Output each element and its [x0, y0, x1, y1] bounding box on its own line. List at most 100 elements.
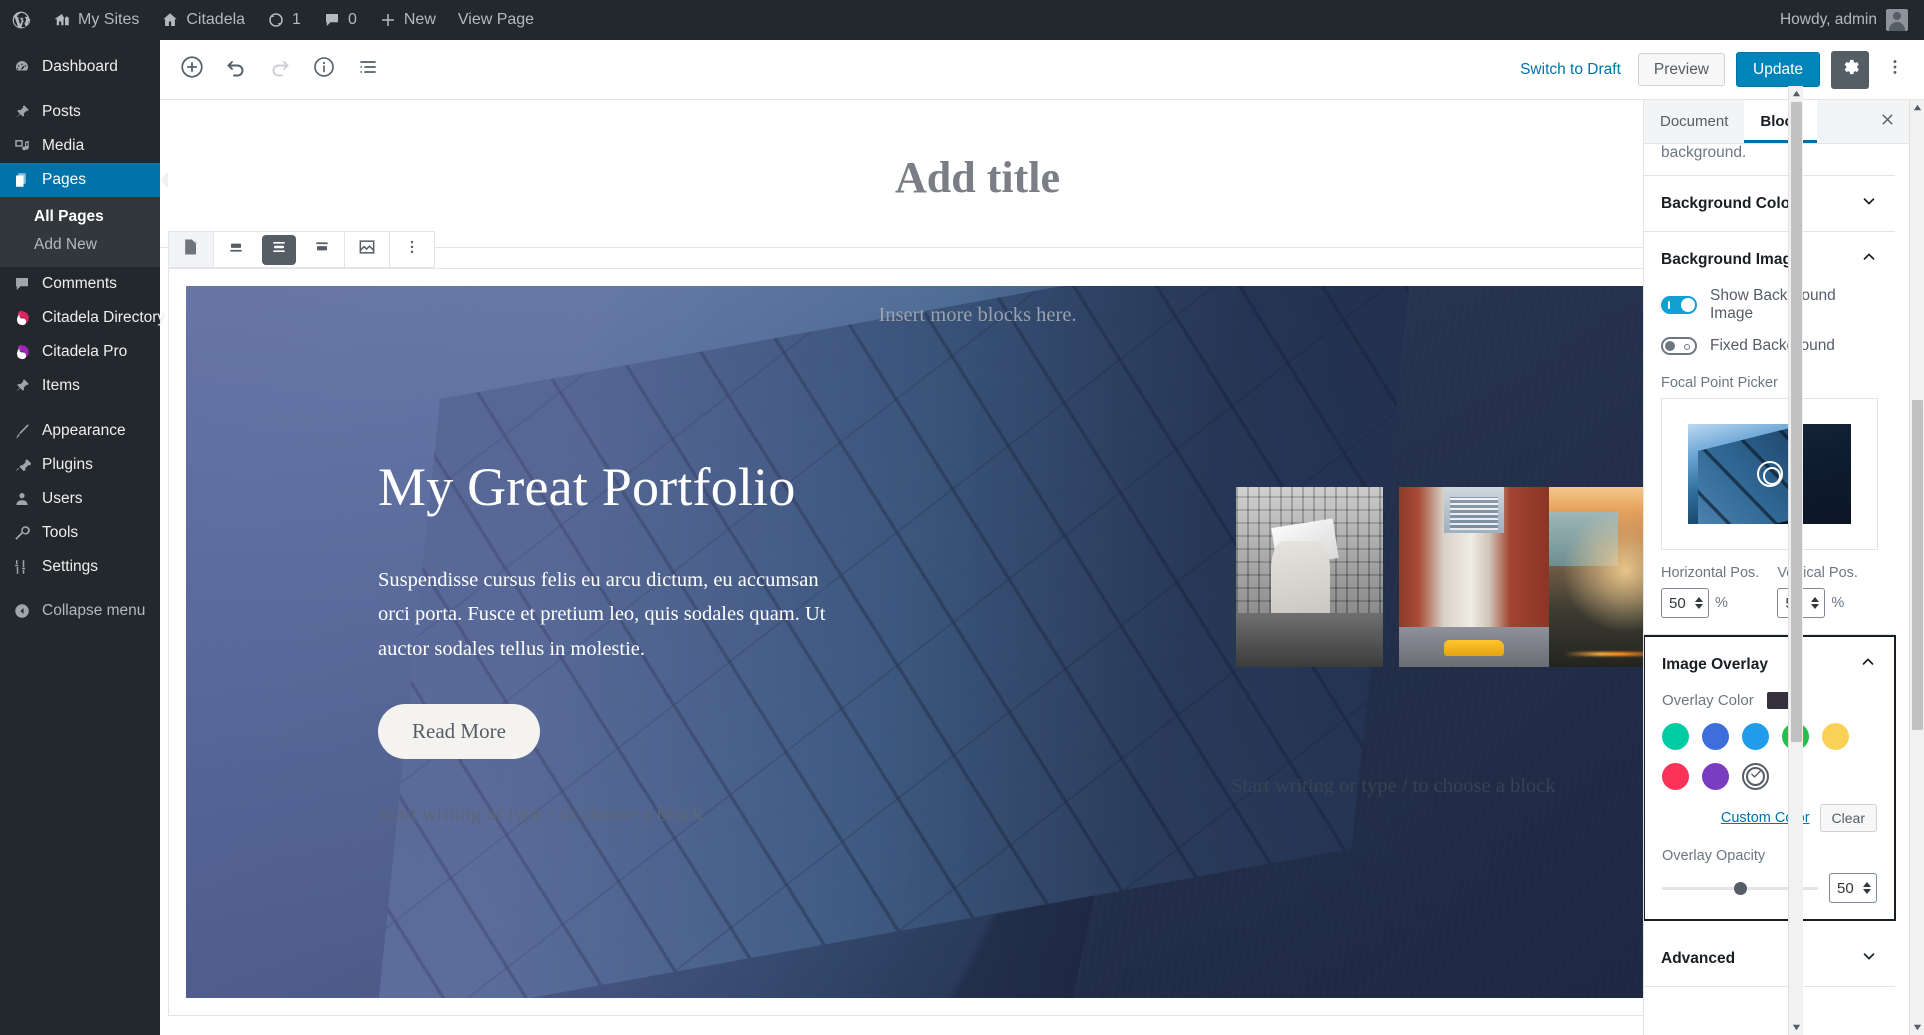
- clear-color-button[interactable]: Clear: [1819, 804, 1877, 832]
- submenu-item-all-pages[interactable]: All Pages: [0, 203, 160, 231]
- color-swatch-light-blue[interactable]: [1742, 723, 1769, 750]
- sidebar-item-dashboard-label: Dashboard: [42, 58, 118, 75]
- panel-background-color[interactable]: Background Color: [1644, 176, 1895, 232]
- switch-to-draft-button[interactable]: Switch to Draft: [1514, 57, 1627, 83]
- ab-view-page[interactable]: View Page: [447, 0, 545, 40]
- chevron-down-icon: [1860, 192, 1878, 215]
- overlay-color-swatches: [1662, 723, 1862, 790]
- fixed-background-toggle[interactable]: [1661, 337, 1697, 355]
- sidebar-item-users[interactable]: Users: [0, 482, 160, 516]
- vertical-pos-stepper[interactable]: [1809, 597, 1824, 609]
- sidebar-item-collapse-menu[interactable]: Collapse menu: [0, 594, 160, 628]
- sidebar-scroll-up-arrow[interactable]: [1910, 100, 1924, 115]
- panel-advanced[interactable]: Advanced: [1644, 931, 1895, 987]
- tab-block[interactable]: Block: [1744, 100, 1818, 143]
- panel-background-image-header[interactable]: Background Image: [1644, 232, 1895, 287]
- wordpress-logo-button[interactable]: [0, 0, 42, 40]
- undo-button[interactable]: [214, 48, 258, 92]
- sidebar-item-citadela-directory[interactable]: Citadela Directory: [0, 301, 165, 335]
- block-options-button[interactable]: [390, 232, 434, 267]
- hero-paragraph[interactable]: Suspendisse cursus felis eu arcu dictum,…: [378, 563, 833, 666]
- tab-document[interactable]: Document: [1644, 100, 1744, 143]
- sidebar-item-dashboard[interactable]: Dashboard: [0, 50, 160, 84]
- read-more-button[interactable]: Read More: [378, 704, 540, 760]
- ab-updates[interactable]: 1: [256, 0, 312, 40]
- redo-button[interactable]: [258, 48, 302, 92]
- show-background-image-toggle[interactable]: [1661, 296, 1697, 314]
- update-button[interactable]: Update: [1736, 51, 1820, 88]
- canvas-scroll-down-arrow[interactable]: [1789, 1020, 1804, 1035]
- focal-point-picker[interactable]: [1661, 398, 1878, 550]
- overlay-opacity-stepper[interactable]: [1861, 882, 1876, 894]
- fixed-background-row[interactable]: Fixed Background: [1661, 337, 1878, 355]
- block-appender-placeholder-right[interactable]: Start writing or type / to choose a bloc…: [1229, 775, 1699, 798]
- sidebar-item-media[interactable]: Media: [0, 129, 160, 163]
- vertical-pos-unit: %: [1831, 595, 1845, 611]
- settings-toggle-button[interactable]: [1831, 50, 1869, 89]
- block-toolbar-group-parent: [169, 232, 214, 267]
- overlay-opacity-input[interactable]: 50: [1829, 873, 1877, 903]
- overlay-opacity-value: 50: [1837, 879, 1854, 897]
- hero-cover-block[interactable]: Insert more blocks here. My Great Portfo…: [186, 286, 1769, 998]
- sidebar-scrollbar[interactable]: [1909, 100, 1924, 1035]
- hero-gallery[interactable]: [1229, 486, 1699, 667]
- selected-block-wrapper[interactable]: Insert more blocks here. My Great Portfo…: [168, 231, 1787, 1016]
- sidebar-item-tools[interactable]: Tools: [0, 516, 160, 550]
- horizontal-pos-stepper[interactable]: [1693, 597, 1708, 609]
- color-swatch-purple[interactable]: [1702, 763, 1729, 790]
- canvas-scrollbar-thumb[interactable]: [1791, 102, 1802, 742]
- page-title-input[interactable]: Add title: [160, 100, 1795, 247]
- add-block-button[interactable]: [170, 48, 214, 92]
- edit-media-button[interactable]: [345, 232, 389, 267]
- vertical-align-middle-button[interactable]: [262, 234, 296, 265]
- select-parent-block-button[interactable]: [169, 232, 213, 267]
- submenu-item-add-new[interactable]: Add New: [0, 231, 160, 259]
- settings-icon: [12, 557, 32, 577]
- content-structure-button[interactable]: [302, 48, 346, 92]
- sidebar-item-citadela-pro[interactable]: Citadela Pro: [0, 335, 160, 369]
- sidebar-scroll-down-arrow[interactable]: [1910, 1020, 1924, 1035]
- block-toolbar: [168, 231, 435, 268]
- focal-point-handle[interactable]: [1756, 461, 1783, 487]
- hero-heading[interactable]: My Great Portfolio: [378, 457, 833, 517]
- sidebar-item-settings[interactable]: Settings: [0, 550, 160, 584]
- ab-comments-count: 0: [347, 11, 357, 28]
- sidebar-item-appearance[interactable]: Appearance: [0, 414, 160, 448]
- more-tools-options-button[interactable]: [1880, 51, 1910, 89]
- vertical-align-bottom-button[interactable]: [300, 232, 344, 267]
- color-swatch-selected-clear[interactable]: [1742, 763, 1769, 790]
- panel-image-overlay-header[interactable]: Image Overlay: [1645, 637, 1894, 692]
- sidebar-item-plugins[interactable]: Plugins: [0, 448, 160, 482]
- horizontal-pos-input[interactable]: 50: [1661, 588, 1709, 618]
- block-appender-placeholder-left[interactable]: Start writing or type / to choose a bloc…: [378, 803, 833, 826]
- sidebar-item-pages-label: Pages: [42, 171, 86, 188]
- gallery-image-1[interactable]: [1236, 486, 1383, 667]
- preview-button[interactable]: Preview: [1637, 52, 1726, 87]
- sidebar-item-collapse-label: Collapse menu: [42, 602, 146, 619]
- close-sidebar-button[interactable]: [1865, 100, 1909, 143]
- color-swatch-pink[interactable]: [1662, 763, 1689, 790]
- sidebar-item-pages[interactable]: Pages: [0, 163, 168, 197]
- color-swatch-teal[interactable]: [1662, 723, 1689, 750]
- show-background-image-row[interactable]: Show Background Image: [1661, 287, 1878, 323]
- block-navigation-button[interactable]: [346, 48, 390, 92]
- color-swatch-blue[interactable]: [1702, 723, 1729, 750]
- color-swatch-yellow[interactable]: [1822, 723, 1849, 750]
- ab-comments[interactable]: 0: [312, 0, 368, 40]
- wordpress-icon: [11, 10, 31, 30]
- sidebar-item-posts[interactable]: Posts: [0, 95, 160, 129]
- close-icon: [1879, 111, 1896, 133]
- canvas-scrollbar[interactable]: [1788, 86, 1803, 1035]
- sidebar-item-items[interactable]: Items: [0, 369, 160, 403]
- block-navigation-icon: [356, 55, 380, 84]
- sidebar-item-comments[interactable]: Comments: [0, 267, 160, 301]
- ab-new-content[interactable]: New: [368, 0, 447, 40]
- pin-icon: [12, 102, 32, 122]
- admin-bar-account[interactable]: Howdy, admin: [1780, 9, 1924, 31]
- sidebar-scrollbar-thumb[interactable]: [1912, 400, 1923, 730]
- ab-my-sites[interactable]: My Sites: [42, 0, 150, 40]
- gallery-image-2[interactable]: [1399, 486, 1549, 667]
- ab-site-name[interactable]: Citadela: [150, 0, 256, 40]
- vertical-align-top-button[interactable]: [214, 232, 258, 267]
- canvas-scroll-up-arrow[interactable]: [1789, 86, 1804, 101]
